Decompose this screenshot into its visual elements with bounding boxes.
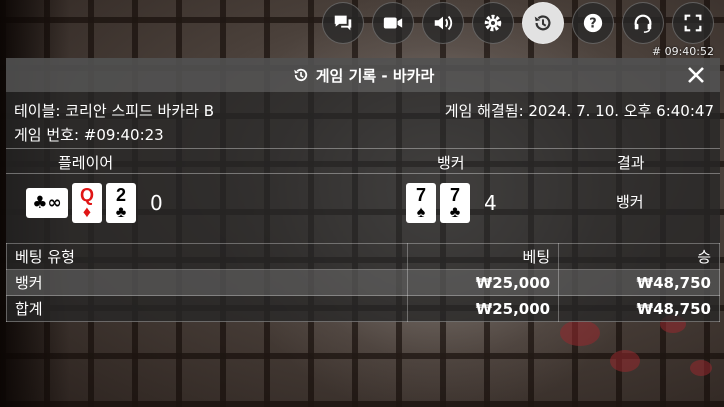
banker-header: 뱅커: [437, 154, 465, 172]
chat-icon: [334, 15, 352, 31]
player-score: 0: [150, 191, 163, 215]
diamond-icon: ♦: [82, 203, 92, 221]
winner-label: 뱅커: [616, 193, 644, 211]
top-toolbar: ?: [322, 2, 714, 44]
video-camera-icon: [383, 17, 403, 29]
svg-text:?: ?: [589, 17, 596, 32]
game-history-panel: 게임 기록 - 바카라 테이블: 코리안 스피드 바카라 B 게임 번호: #0…: [5, 58, 720, 322]
player-hand: ♣∞ Q ♦ 2 ♣ 0: [26, 183, 163, 223]
total-row: 합계 ₩25,000 ₩48,750: [5, 295, 720, 322]
player-header: 플레이어: [58, 154, 114, 172]
result-header: 플레이어 뱅커 결과: [6, 148, 720, 174]
support-button[interactable]: [622, 2, 664, 44]
history-icon: [534, 15, 551, 31]
chat-button[interactable]: [322, 2, 364, 44]
video-button[interactable]: [372, 2, 414, 44]
result-body: ♣∞ Q ♦ 2 ♣ 0 7 ♠ 7 ♣ 4 뱅커: [6, 174, 720, 232]
club-icon: ♣: [115, 203, 127, 221]
fullscreen-button[interactable]: [672, 2, 714, 44]
total-bet-cell: ₩25,000: [407, 295, 560, 322]
help-icon: ?: [583, 13, 603, 33]
bet-type-header: 베팅 유형: [5, 243, 409, 270]
round-clock: # 09:40:52: [651, 45, 714, 58]
bets-table: 베팅 유형 베팅 승 뱅커 ₩25,000 ₩48,750 합계 ₩25,000…: [5, 243, 720, 322]
bet-amount-header: 베팅: [407, 243, 560, 270]
player-card-2: 2 ♣: [106, 183, 136, 223]
banker-hand: 7 ♠ 7 ♣ 4: [406, 183, 497, 223]
speaker-icon: [434, 15, 453, 31]
help-button[interactable]: ?: [572, 2, 614, 44]
spade-icon: ♠: [416, 203, 426, 221]
close-button[interactable]: [684, 63, 708, 87]
panel-title: 게임 기록 - 바카라: [315, 66, 435, 85]
banker-card-2: 7 ♣: [440, 183, 470, 223]
side-bet-indicator: ♣∞: [26, 188, 68, 218]
club-icon: ♣: [449, 203, 461, 221]
history-button[interactable]: [522, 2, 564, 44]
sound-button[interactable]: [422, 2, 464, 44]
bet-type-cell: 뱅커: [5, 269, 409, 296]
outcome-header: 결과: [617, 154, 645, 172]
bets-header-row: 베팅 유형 베팅 승: [5, 243, 720, 270]
history-icon: [294, 68, 307, 82]
round-number: 게임 번호: #09:40:23: [14, 126, 164, 144]
total-win-cell: ₩48,750: [558, 295, 720, 322]
fullscreen-icon: [684, 14, 702, 32]
close-icon: [688, 67, 704, 83]
panel-header: 게임 기록 - 바카라: [6, 58, 720, 92]
banker-score: 4: [484, 191, 497, 215]
table-row: 뱅커 ₩25,000 ₩48,750: [5, 269, 720, 296]
win-amount-cell: ₩48,750: [558, 269, 720, 296]
table-name: 테이블: 코리안 스피드 바카라 B: [14, 102, 215, 120]
total-label: 합계: [5, 295, 409, 322]
bet-amount-cell: ₩25,000: [407, 269, 560, 296]
gear-icon: [484, 14, 502, 32]
game-meta: 테이블: 코리안 스피드 바카라 B 게임 번호: #09:40:23 게임 해…: [6, 92, 720, 148]
player-card-1: Q ♦: [72, 183, 102, 223]
banker-card-1: 7 ♠: [406, 183, 436, 223]
settings-button[interactable]: [472, 2, 514, 44]
resolved-time: 게임 해결됨: 2024. 7. 10. 오후 6:40:47: [444, 102, 714, 120]
headset-icon: [634, 14, 652, 33]
win-amount-header: 승: [558, 243, 720, 270]
